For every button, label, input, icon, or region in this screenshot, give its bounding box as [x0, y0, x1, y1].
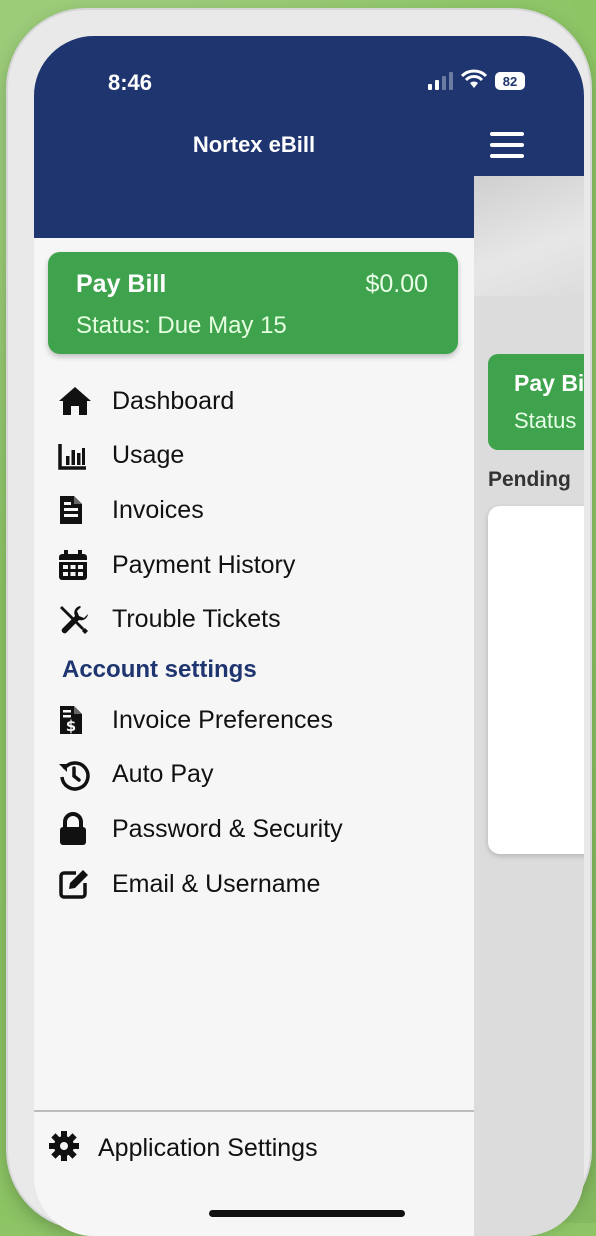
- wifi-icon: [460, 69, 488, 94]
- phone-frame: Pay Bi Status Pending Nortex eBill Pay B…: [8, 10, 590, 1236]
- hamburger-menu-button[interactable]: [490, 132, 524, 160]
- drawer-menu: Dashboard Usage Invoices Payment History…: [34, 374, 474, 911]
- home-icon: [58, 386, 98, 416]
- pay-bill-card[interactable]: Pay Bill $0.00 Status: Due May 15: [48, 252, 458, 354]
- battery-icon: 82: [495, 72, 525, 90]
- status-time: 8:46: [108, 70, 153, 95]
- application-settings-button[interactable]: Application Settings: [34, 1124, 474, 1172]
- history-clock-icon: [58, 759, 98, 791]
- menu-item-label: Auto Pay: [112, 760, 214, 789]
- menu-item-trouble-tickets[interactable]: Trouble Tickets: [34, 592, 474, 647]
- menu-item-label: Payment History: [112, 550, 296, 579]
- menu-item-payment-history[interactable]: Payment History: [34, 538, 474, 593]
- pay-bill-label: Pay Bill: [76, 270, 167, 298]
- menu-item-label: Invoices: [112, 495, 204, 524]
- tools-icon: [58, 604, 98, 636]
- drawer-divider: [34, 1110, 474, 1112]
- application-settings-label: Application Settings: [98, 1133, 318, 1162]
- menu-item-invoice-preferences[interactable]: $ Invoice Preferences: [34, 693, 474, 748]
- menu-item-usage[interactable]: Usage: [34, 429, 474, 484]
- home-indicator: [209, 1210, 405, 1217]
- menu-item-invoices[interactable]: Invoices: [34, 483, 474, 538]
- navigation-drawer: Nortex eBill Pay Bill $0.00 Status: Due …: [34, 36, 474, 1236]
- account-settings-heading: Account settings: [62, 655, 257, 683]
- screen: Pay Bi Status Pending Nortex eBill Pay B…: [34, 36, 584, 1236]
- app-title: Nortex eBill: [192, 132, 316, 157]
- menu-item-email-username[interactable]: Email & Username: [34, 857, 474, 912]
- menu-item-label: Password & Security: [112, 814, 343, 843]
- menu-item-auto-pay[interactable]: Auto Pay: [34, 748, 474, 803]
- invoice-dollar-icon: $: [58, 704, 98, 736]
- menu-item-label: Email & Username: [112, 869, 321, 898]
- main-pay-bill-card[interactable]: Pay Bi Status: [488, 354, 584, 450]
- menu-item-label: Dashboard: [112, 386, 235, 415]
- menu-item-label: Invoice Preferences: [112, 705, 333, 734]
- pay-bill-status: Status: Due May 15: [76, 312, 287, 339]
- calendar-icon: [58, 549, 98, 581]
- bar-chart-icon: [58, 442, 98, 470]
- menu-item-dashboard[interactable]: Dashboard: [34, 374, 474, 429]
- signal-icon: [428, 72, 453, 90]
- main-status-label: Status: [514, 408, 577, 433]
- document-icon: [58, 494, 98, 526]
- menu-item-label: Trouble Tickets: [112, 605, 281, 634]
- pay-bill-amount: $0.00: [365, 270, 428, 298]
- main-pay-bill-label: Pay Bi: [514, 370, 584, 396]
- main-pending-label: Pending: [488, 468, 571, 491]
- svg-text:$: $: [66, 717, 76, 735]
- edit-icon: [58, 868, 98, 900]
- main-pending-card: [488, 506, 584, 854]
- status-icons: 82: [428, 69, 525, 94]
- gear-icon: [48, 1130, 84, 1167]
- menu-item-password-security[interactable]: Password & Security: [34, 802, 474, 857]
- lock-icon: [58, 812, 98, 846]
- menu-item-label: Usage: [112, 441, 185, 470]
